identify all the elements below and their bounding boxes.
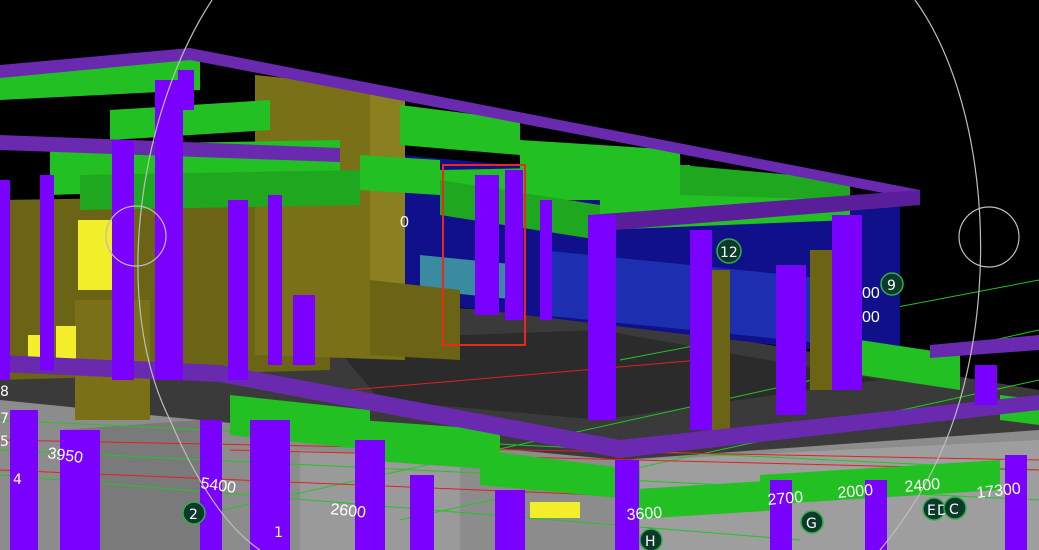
axis-marker: C (949, 502, 959, 518)
axis-marker: 5 (0, 434, 9, 450)
dimension-label: 3600 (626, 505, 663, 524)
axis-marker: 8 (0, 384, 9, 400)
axis-marker: 7 (0, 411, 9, 427)
dimension-label: 2700 (767, 489, 804, 509)
axis-marker: 12 (720, 245, 738, 261)
dimension-label: 00 (862, 285, 880, 302)
dimension-label: 00 (862, 309, 880, 326)
axis-marker: 4 (13, 472, 22, 488)
3d-model-viewport[interactable]: 3950 5400 2600 3600 2700 2000 2400 17300… (0, 0, 1039, 550)
axis-marker: G (806, 516, 817, 532)
dimension-label: 2000 (837, 482, 874, 502)
dimension-label: 2400 (904, 476, 941, 496)
orbit-handle-right (958, 206, 1020, 268)
dimension-label: 0 (400, 214, 409, 231)
axis-marker: 9 (887, 278, 896, 294)
axis-marker: H (645, 534, 656, 550)
axis-marker: 2 (189, 507, 198, 523)
axis-marker: E (927, 503, 936, 519)
axis-marker: 1 (274, 525, 283, 541)
